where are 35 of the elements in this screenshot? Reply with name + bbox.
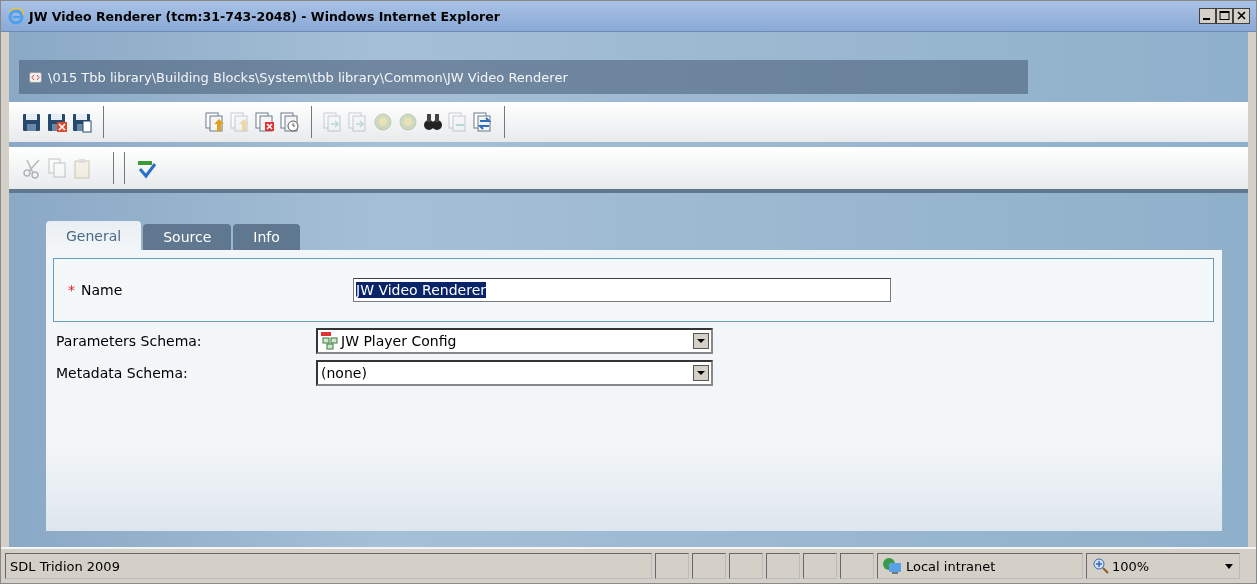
document-icon[interactable]: [279, 111, 301, 133]
required-mark: *: [68, 282, 75, 298]
minimize-icon[interactable]: [1199, 8, 1216, 24]
caret-icon: [1225, 563, 1233, 569]
document-icon[interactable]: [254, 111, 276, 133]
browser-logo-icon: [7, 7, 25, 25]
zoom-control[interactable]: 100%: [1086, 553, 1240, 579]
field-label: Parameters Schema:: [56, 333, 203, 349]
name-input-field[interactable]: JW Video Renderer: [353, 278, 891, 302]
status-pane: [729, 553, 763, 579]
window-title: JW Video Renderer (tcm:31-743-2048) - Windows Internet Explorer: [29, 8, 500, 24]
document-icon[interactable]: [472, 111, 494, 133]
zoom-icon: [1093, 558, 1109, 574]
tab[interactable]: Info: [233, 224, 300, 250]
schema-dropdown[interactable]: (none): [316, 360, 713, 386]
breadcrumb-path: \015 Tbb library\Building Blocks\System\tbb library\Common\JW Video Renderer: [48, 69, 568, 85]
tab[interactable]: General: [46, 221, 142, 250]
tab[interactable]: Source: [143, 224, 232, 250]
status-pane: [803, 553, 837, 579]
status-pane: [840, 553, 874, 579]
close-icon[interactable]: [1233, 8, 1250, 24]
status-pane: [766, 553, 800, 579]
field-label: Name: [81, 282, 124, 298]
component-icon: [29, 71, 42, 83]
document-icon[interactable]: [204, 111, 226, 133]
status-pane: [692, 553, 726, 579]
network-icon: [882, 557, 902, 575]
status-pane: [655, 553, 689, 579]
xml-schema-icon: [321, 332, 339, 350]
security-zone: Local intranet: [906, 558, 996, 574]
maximize-icon[interactable]: [1216, 8, 1233, 24]
field-label: Metadata Schema:: [56, 365, 189, 381]
schema-dropdown[interactable]: JW Player Config: [316, 328, 713, 354]
status-text: SDL Tridion 2009: [5, 553, 652, 579]
binoculars-icon[interactable]: [422, 111, 444, 133]
